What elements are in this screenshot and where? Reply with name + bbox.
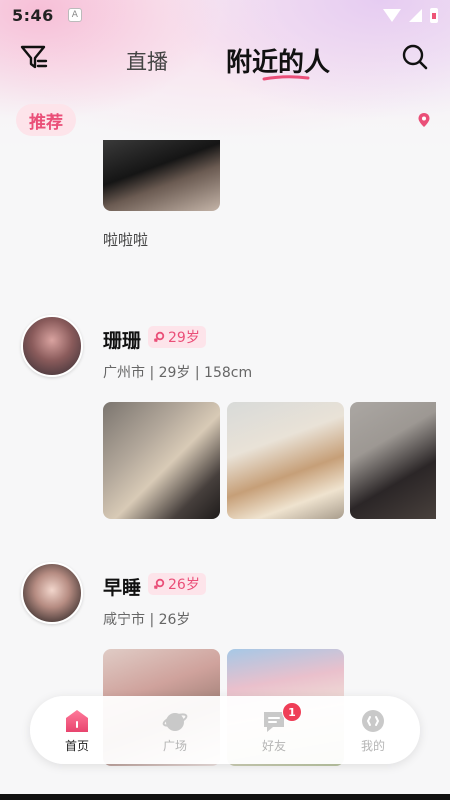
- filter-button[interactable]: [18, 41, 50, 73]
- user-name[interactable]: 珊珊: [103, 326, 141, 353]
- female-icon: [153, 331, 165, 342]
- nav-me[interactable]: 我的: [343, 706, 403, 756]
- nav-home[interactable]: 首页: [47, 706, 107, 756]
- friends-unread-badge: 1: [282, 702, 302, 722]
- planet-icon: [162, 713, 188, 731]
- location-pin-icon[interactable]: [416, 112, 432, 128]
- bottom-nav: 首页 广场 好友 我的: [30, 696, 420, 764]
- age-badge: 26岁: [148, 573, 206, 595]
- wifi-icon: [383, 8, 401, 22]
- system-home-bar: [0, 794, 450, 800]
- status-icons: [383, 7, 438, 23]
- avatar[interactable]: [21, 562, 83, 624]
- nav-plaza-label: 广场: [162, 739, 187, 753]
- nav-plaza[interactable]: 广场: [145, 706, 205, 756]
- nav-friends-label: 好友: [261, 739, 286, 753]
- profile-icon: [362, 710, 384, 732]
- age-badge-label: 26岁: [168, 577, 200, 593]
- user-info: 广州市 | 29岁 | 158cm: [103, 365, 253, 381]
- user-photo[interactable]: [350, 402, 436, 519]
- battery-icon: [430, 7, 438, 23]
- post-photo[interactable]: [103, 140, 220, 211]
- status-bar: 5:46 A: [0, 0, 450, 30]
- status-time: 5:46: [12, 5, 54, 25]
- top-header: 直播 附近的人: [0, 30, 450, 86]
- nav-me-label: 我的: [360, 739, 385, 753]
- avatar[interactable]: [21, 315, 83, 377]
- age-badge-label: 29岁: [168, 330, 200, 346]
- recommend-row: 推荐: [0, 100, 450, 140]
- post-caption: 啦啦啦: [103, 231, 149, 249]
- user-photo[interactable]: [227, 402, 344, 519]
- tab-live[interactable]: 直播: [126, 46, 168, 76]
- active-tab-indicator: [262, 75, 310, 81]
- search-button[interactable]: [400, 42, 430, 72]
- user-info: 咸宁市 | 26岁: [103, 612, 191, 628]
- recommend-chip[interactable]: 推荐: [16, 104, 76, 136]
- female-icon: [153, 578, 165, 589]
- nav-home-label: 首页: [64, 739, 89, 753]
- age-badge: 29岁: [148, 326, 206, 348]
- search-icon: [402, 44, 428, 70]
- a-icon: A: [67, 8, 82, 22]
- signal-icon: [409, 8, 422, 22]
- filter-icon: [20, 45, 48, 69]
- user-photo[interactable]: [103, 402, 220, 519]
- home-icon: [66, 710, 88, 732]
- user-name[interactable]: 早睡: [103, 573, 141, 600]
